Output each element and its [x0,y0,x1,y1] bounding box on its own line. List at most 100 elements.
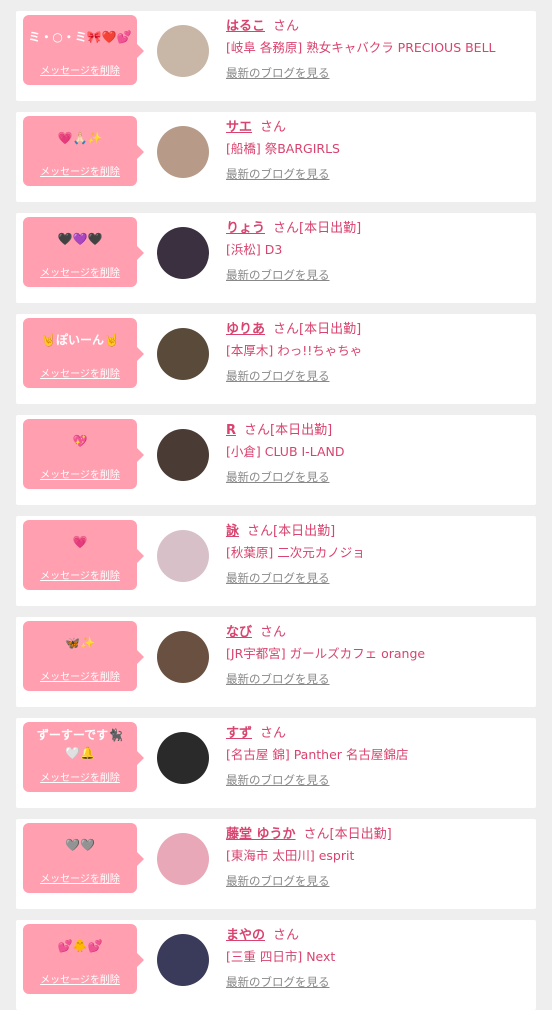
latest-blog-link[interactable]: 最新のブログを見る [226,166,330,182]
latest-blog-link[interactable]: 最新のブログを見る [226,772,330,788]
avatar[interactable] [157,934,209,986]
cast-name-link[interactable]: すず [226,726,252,741]
latest-blog-link[interactable]: 最新のブログを見る [226,368,330,384]
cast-name-link[interactable]: サエ [226,120,252,135]
shop-label: [三重 四日市] Next [226,949,336,964]
message-text: 💕🐥💕 [57,939,103,953]
message-text: 🩶🩶 [65,838,95,852]
message-card: 💗🙏🏻✨ メッセージを削除 サエ さん [船橋] 祭BARGIRLS 最新のブログ… [16,112,536,202]
cast-name-link[interactable]: 詠 [226,524,239,539]
delete-message-link[interactable]: メッセージを削除 [23,466,137,481]
avatar[interactable] [157,227,209,279]
cast-name-link[interactable]: ゆりあ [226,322,265,337]
honorific-label: さん [273,19,300,34]
message-card: 💗 メッセージを削除 詠さん[本日出勤] [秋葉原] 二次元カノジョ 最新のブロ… [16,516,536,606]
cast-name-link[interactable]: 藤堂 ゆうか [226,827,296,842]
honorific-label: さん [247,524,274,539]
cast-name-link[interactable]: はるこ [226,19,265,34]
message-bubble: 🤘ぽいーん🤘 メッセージを削除 [23,318,144,388]
shop-label: [船橋] 祭BARGIRLS [226,141,340,156]
name-line: R さん[本日出勤] [226,419,332,438]
message-text: 🤘ぽいーん🤘 [41,333,119,347]
honorific-label: さん [303,827,330,842]
cast-name-link[interactable]: R [226,423,236,438]
message-card: 🦋✨ メッセージを削除 なび さん [JR宇都宮] ガールズカフェ orange … [16,617,536,707]
message-text: ミ・○・ミ🎀❤️💕 [28,30,132,44]
attendance-status: [本日出勤] [329,827,392,842]
message-list: ミ・○・ミ🎀❤️💕 メッセージを削除 はるこ さん [岐阜 各務原] 熟女キャバク… [0,0,552,1010]
delete-message-link[interactable]: メッセージを削除 [23,567,137,582]
shop-label: [岐阜 各務原] 熟女キャバクラ PRECIOUS BELL [226,40,496,55]
delete-message-link[interactable]: メッセージを削除 [23,769,137,784]
cast-name-link[interactable]: なび [226,625,252,640]
delete-message-link[interactable]: メッセージを削除 [23,365,137,380]
message-card: 🖤💜🖤 メッセージを削除 りょう さん[本日出勤] [浜松] D3 最新のブログを… [16,213,536,303]
message-bubble: 💕🐥💕 メッセージを削除 [23,924,144,994]
message-bubble: ずーすーです🐈‍⬛ 🤍🔔 メッセージを削除 [23,722,144,792]
message-text: 🖤💜🖤 [57,232,103,246]
latest-blog-link[interactable]: 最新のブログを見る [226,671,330,687]
cast-name-link[interactable]: まやの [226,928,265,943]
honorific-label: さん [260,120,287,135]
latest-blog-link[interactable]: 最新のブログを見る [226,570,330,586]
message-text: 💖 [72,434,88,448]
delete-message-link[interactable]: メッセージを削除 [23,870,137,885]
shop-label: [名古屋 錦] Panther 名古屋錦店 [226,747,409,762]
honorific-label: さん [273,221,300,236]
avatar[interactable] [157,530,209,582]
avatar[interactable] [157,833,209,885]
shop-label: [小倉] CLUB I-LAND [226,444,345,459]
message-text: ずーすーです🐈‍⬛ 🤍🔔 [36,728,124,760]
latest-blog-link[interactable]: 最新のブログを見る [226,974,330,990]
avatar[interactable] [157,25,209,77]
message-bubble: 💗🙏🏻✨ メッセージを削除 [23,116,144,186]
message-text: 🦋✨ [65,636,95,650]
attendance-status: [本日出勤] [270,423,333,438]
shop-label: [JR宇都宮] ガールズカフェ orange [226,646,426,661]
avatar[interactable] [157,631,209,683]
name-line: りょう さん[本日出勤] [226,217,361,236]
shop-label: [東海市 太田川] esprit [226,848,355,863]
shop-label: [浜松] D3 [226,242,283,257]
name-line: サエ さん [226,116,286,135]
avatar[interactable] [157,732,209,784]
name-line: はるこ さん [226,15,299,34]
avatar[interactable] [157,328,209,380]
message-text: 💗🙏🏻✨ [57,131,103,145]
cast-name-link[interactable]: りょう [226,221,265,236]
name-line: ゆりあ さん[本日出勤] [226,318,361,337]
delete-message-link[interactable]: メッセージを削除 [23,264,137,279]
honorific-label: さん [260,625,287,640]
message-card: 🩶🩶 メッセージを削除 藤堂 ゆうか さん[本日出勤] [東海市 太田川] esp… [16,819,536,909]
message-card: 💖 メッセージを削除 R さん[本日出勤] [小倉] CLUB I-LAND 最新… [16,415,536,505]
message-bubble: 💖 メッセージを削除 [23,419,144,489]
message-bubble: ミ・○・ミ🎀❤️💕 メッセージを削除 [23,15,144,85]
attendance-status: [本日出勤] [273,524,336,539]
name-line: 詠さん[本日出勤] [226,520,335,539]
message-card: ずーすーです🐈‍⬛ 🤍🔔 メッセージを削除 すず さん [名古屋 錦] Panth… [16,718,536,808]
avatar[interactable] [157,429,209,481]
shop-label: [秋葉原] 二次元カノジョ [226,545,365,560]
delete-message-link[interactable]: メッセージを削除 [23,62,137,77]
message-bubble: 💗 メッセージを削除 [23,520,144,590]
latest-blog-link[interactable]: 最新のブログを見る [226,873,330,889]
message-bubble: 🦋✨ メッセージを削除 [23,621,144,691]
message-card: 💕🐥💕 メッセージを削除 まやの さん [三重 四日市] Next 最新のブログを… [16,920,536,1010]
latest-blog-link[interactable]: 最新のブログを見る [226,65,330,81]
name-line: 藤堂 ゆうか さん[本日出勤] [226,823,392,842]
delete-message-link[interactable]: メッセージを削除 [23,971,137,986]
message-bubble: 🩶🩶 メッセージを削除 [23,823,144,893]
avatar[interactable] [157,126,209,178]
latest-blog-link[interactable]: 最新のブログを見る [226,469,330,485]
attendance-status: [本日出勤] [299,221,362,236]
delete-message-link[interactable]: メッセージを削除 [23,668,137,683]
delete-message-link[interactable]: メッセージを削除 [23,163,137,178]
message-text: 💗 [72,535,88,549]
name-line: すず さん [226,722,286,741]
honorific-label: さん [244,423,271,438]
latest-blog-link[interactable]: 最新のブログを見る [226,267,330,283]
honorific-label: さん [273,322,300,337]
honorific-label: さん [273,928,300,943]
attendance-status: [本日出勤] [299,322,362,337]
name-line: まやの さん [226,924,299,943]
